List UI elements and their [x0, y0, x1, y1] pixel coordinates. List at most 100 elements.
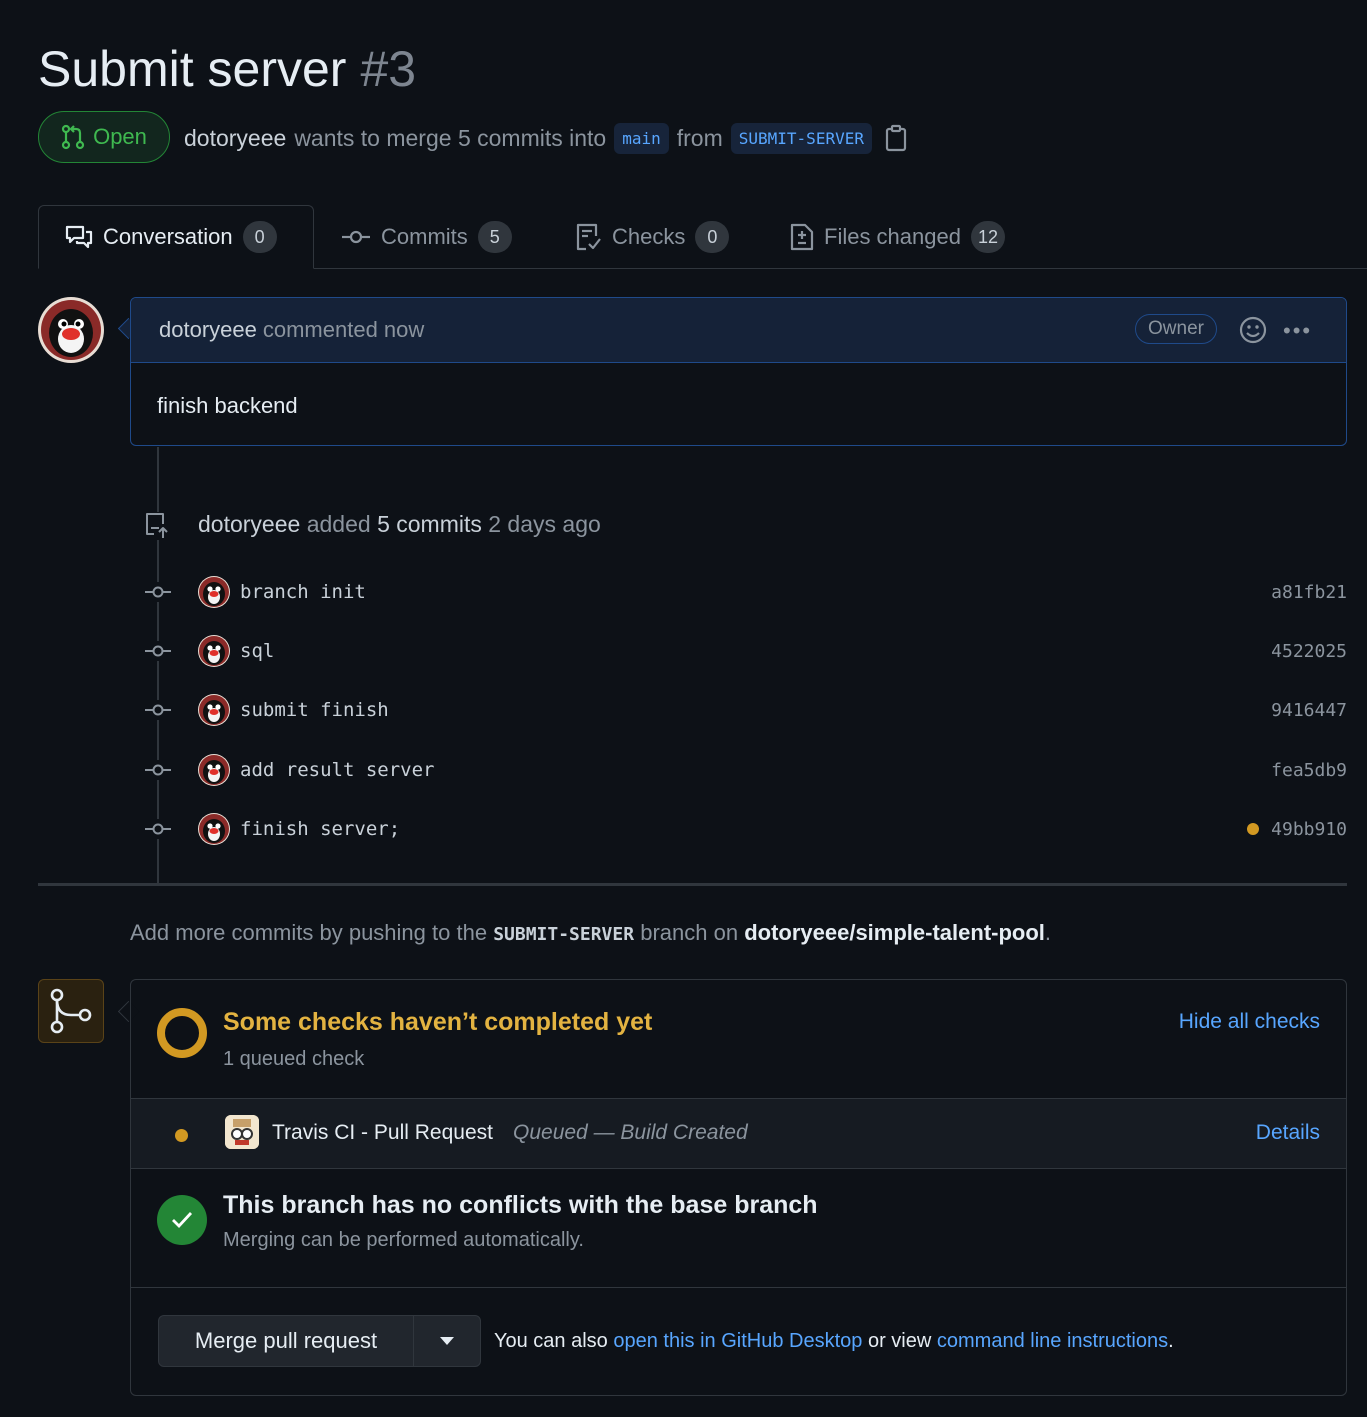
tab-files-changed[interactable]: Files changed 12	[790, 205, 1005, 269]
merge-hint: You can also open this in GitHub Desktop…	[494, 1330, 1174, 1353]
avatar[interactable]	[198, 754, 230, 786]
push-event-text: dotoryeee added 5 commits 2 days ago	[198, 511, 601, 538]
commit-sha[interactable]: fea5db9	[1271, 760, 1347, 781]
avatar[interactable]	[198, 813, 230, 845]
base-branch[interactable]: main	[614, 122, 669, 154]
merge-hint-suffix: .	[1168, 1330, 1174, 1352]
checklist-icon	[576, 223, 601, 251]
tab-checks[interactable]: Checks 0	[576, 205, 730, 269]
avatar[interactable]	[198, 635, 230, 667]
comment-body: finish backend	[157, 393, 298, 418]
commit-message[interactable]: submit finish	[240, 699, 389, 721]
commit-sha[interactable]: 49bb910	[1271, 819, 1347, 840]
kebab-horizontal-icon[interactable]: •••	[1283, 318, 1312, 344]
git-pull-request-icon	[61, 124, 85, 150]
check-name: Travis CI - Pull Request	[272, 1121, 493, 1144]
pr-state-label: Open	[93, 124, 147, 149]
pr-state-badge: Open	[38, 111, 170, 163]
git-commit-icon	[342, 230, 370, 244]
hide-checks-link[interactable]: Hide all checks	[1179, 1010, 1320, 1034]
tab-commits[interactable]: Commits 5	[341, 205, 512, 269]
commit-sha-group: a81fb21	[1271, 582, 1347, 603]
tab-conversation[interactable]: Conversation 0	[38, 205, 314, 269]
git-merge-icon	[50, 988, 92, 1034]
conflicts-section: This branch has no conflicts with the ba…	[131, 1169, 1346, 1288]
merge-status-icon-box	[38, 979, 104, 1043]
push-hint-middle: branch on	[640, 920, 739, 945]
merge-pull-request-button[interactable]: Merge pull request	[159, 1316, 414, 1366]
tab-counter: 0	[695, 221, 730, 253]
push-hint-branch: SUBMIT-SERVER	[493, 924, 635, 945]
comment-card: dotoryeee commented now Owner ••• finish…	[130, 297, 1347, 446]
conflicts-subtitle: Merging can be performed automatically.	[223, 1229, 584, 1251]
commit-sha-group: 4522025	[1271, 641, 1347, 662]
push-hint-suffix: .	[1044, 920, 1052, 945]
git-commit-icon	[140, 641, 176, 661]
repo-push-icon	[145, 512, 171, 540]
comment-discussion-icon	[65, 225, 93, 249]
commit-row: branch init a81fb21	[140, 572, 1347, 612]
tab-label: Checks	[612, 224, 686, 249]
pr-number: #3	[360, 41, 417, 97]
commit-message[interactable]: sql	[240, 640, 274, 662]
file-diff-icon	[790, 223, 814, 251]
comment-header: dotoryeee commented now Owner •••	[131, 298, 1346, 363]
triangle-down-icon	[440, 1337, 454, 1345]
command-line-link[interactable]: command line instructions	[937, 1330, 1168, 1352]
commit-sha[interactable]: 9416447	[1271, 700, 1347, 721]
commit-sha-group: 49bb910	[1247, 819, 1347, 840]
tab-label: Commits	[381, 224, 468, 249]
penguin-avatar-image	[38, 297, 104, 363]
details-link[interactable]: Details	[1256, 1121, 1320, 1145]
commit-message[interactable]: add result server	[240, 759, 434, 781]
merge-actions: Merge pull request You can also open thi…	[131, 1288, 1346, 1395]
check-status: Queued — Build Created	[513, 1121, 748, 1144]
push-time[interactable]: 2 days ago	[488, 511, 601, 537]
avatar[interactable]	[198, 576, 230, 608]
push-hint-prefix: Add more commits by pushing to the	[130, 920, 488, 945]
git-commit-icon	[140, 760, 176, 780]
smiley-icon[interactable]	[1239, 316, 1267, 344]
owner-badge: Owner	[1135, 314, 1217, 344]
comment-action[interactable]: commented now	[263, 317, 424, 343]
merge-hint-middle: or view	[867, 1330, 932, 1352]
push-hint-repo[interactable]: dotoryeee/simple-talent-pool	[744, 920, 1045, 945]
git-commit-icon	[140, 819, 176, 839]
commit-sha[interactable]: 4522025	[1271, 641, 1347, 662]
push-author[interactable]: dotoryeee	[198, 511, 300, 537]
pr-subtitle: dotoryeee wants to merge 5 commits into …	[184, 120, 908, 156]
copy-icon[interactable]	[884, 124, 908, 152]
check-circle-icon	[157, 1195, 207, 1245]
pr-title: Submit server #3	[38, 38, 416, 100]
merge-method-dropdown[interactable]	[414, 1316, 480, 1366]
checks-subtitle: 1 queued check	[223, 1048, 365, 1070]
commit-row: submit finish 9416447	[140, 690, 1347, 730]
check-item: Travis CI - Pull Request Queued — Build …	[131, 1099, 1346, 1169]
checks-title: Some checks haven’t completed yet	[223, 1008, 653, 1036]
tab-label: Files changed	[824, 224, 961, 249]
head-branch[interactable]: SUBMIT-SERVER	[730, 122, 872, 154]
push-count: 5 commits	[377, 511, 482, 537]
pr-title-text: Submit server	[38, 41, 347, 97]
tab-counter: 5	[477, 221, 512, 253]
timeline-end-divider	[38, 883, 1347, 886]
github-desktop-link[interactable]: open this in GitHub Desktop	[613, 1330, 862, 1352]
commit-sha[interactable]: a81fb21	[1271, 582, 1347, 603]
pr-from-text: from	[676, 124, 723, 151]
avatar[interactable]	[38, 297, 104, 363]
commit-message[interactable]: branch init	[240, 581, 366, 603]
commit-row: finish server; 49bb910	[140, 809, 1347, 849]
pending-ring-icon	[157, 1008, 207, 1058]
push-added: added	[306, 511, 371, 537]
commit-row: sql 4522025	[140, 631, 1347, 671]
pending-status-icon[interactable]	[1247, 823, 1260, 835]
tab-counter: 0	[242, 221, 277, 253]
pr-author-link[interactable]: dotoryeee	[184, 125, 286, 152]
comment-author[interactable]: dotoryeee	[159, 317, 257, 343]
checks-summary: Some checks haven’t completed yet 1 queu…	[131, 980, 1346, 1099]
commit-row: add result server fea5db9	[140, 750, 1347, 790]
avatar[interactable]	[198, 694, 230, 726]
commit-message[interactable]: finish server;	[240, 818, 400, 840]
travis-ci-logo-icon	[225, 1115, 259, 1149]
push-hint: Add more commits by pushing to the SUBMI…	[130, 920, 1051, 946]
